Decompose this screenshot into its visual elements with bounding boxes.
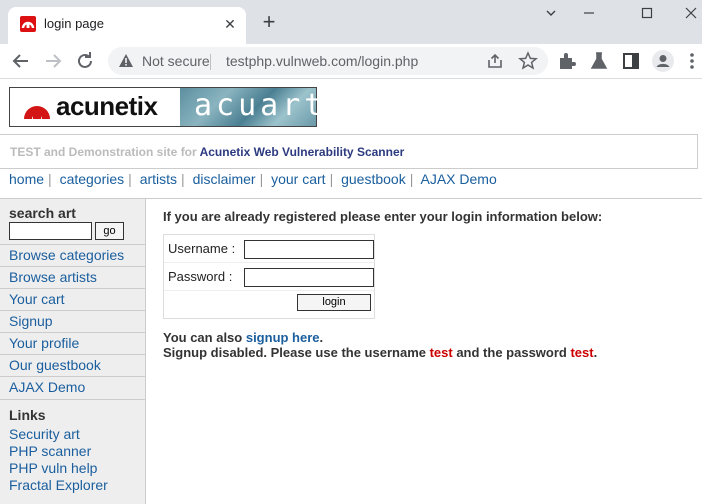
address-bar[interactable]: Not secure testphp.vulnweb.com/login.php — [108, 47, 548, 75]
search-go-button[interactable]: go — [95, 222, 124, 240]
test-password: test — [570, 345, 594, 360]
profile-avatar-icon[interactable] — [651, 49, 675, 73]
browser-toolbar: Not secure testphp.vulnweb.com/login.php — [0, 44, 702, 79]
signup-disabled-text-b: and the password — [452, 345, 571, 360]
site-logo[interactable]: acunetix acuart — [9, 87, 322, 127]
nav-separator: | — [128, 171, 132, 187]
extensions-puzzle-icon[interactable] — [555, 49, 579, 73]
acunetix-logo-icon — [24, 106, 50, 119]
sidebar-item-signup[interactable]: Signup — [0, 310, 145, 332]
username-label: Username : — [168, 241, 236, 256]
sidebar: search art go Browse categories Browse a… — [0, 199, 146, 504]
nav-separator: | — [259, 171, 264, 187]
acuart-logo: acuart — [180, 88, 322, 126]
nav-ajax-demo[interactable]: AJAX Demo — [420, 171, 496, 187]
tab-close-icon[interactable]: ✕ — [220, 14, 240, 34]
address-divider — [210, 54, 211, 70]
share-icon[interactable] — [486, 52, 504, 70]
nav-separator: | — [409, 171, 414, 187]
username-input[interactable] — [244, 240, 374, 259]
signup-note-suffix: . — [319, 330, 324, 345]
sidebar-item-your-cart[interactable]: Your cart — [0, 288, 145, 310]
sidebar-item-our-guestbook[interactable]: Our guestbook — [0, 354, 145, 376]
nav-guestbook[interactable]: guestbook — [341, 171, 406, 187]
scanner-link[interactable]: Acunetix Web Vulnerability Scanner — [200, 145, 405, 159]
tagline-prefix: TEST and Demonstration site for — [10, 145, 200, 159]
forward-icon[interactable] — [41, 49, 65, 73]
signup-disabled-text-c: . — [593, 345, 598, 360]
login-button-row: login — [164, 291, 374, 318]
login-form: Username : Password : login — [163, 234, 375, 319]
nav-categories[interactable]: categories — [60, 171, 125, 187]
acunetix-logo-text: acunetix — [56, 91, 158, 121]
url-text[interactable]: testphp.vulnweb.com/login.php — [226, 53, 418, 69]
nav-artists[interactable]: artists — [140, 171, 177, 187]
signup-here-link[interactable]: signup here — [246, 330, 320, 345]
password-row: Password : — [164, 263, 374, 291]
bookmark-star-icon[interactable] — [518, 51, 538, 71]
web-page: acunetix acuart TEST and Demonstration s… — [0, 79, 702, 504]
acunetix-logo: acunetix — [10, 88, 180, 126]
sidebar-links: Browse categories Browse artists Your ca… — [0, 244, 145, 398]
nav-your-cart[interactable]: your cart — [271, 171, 325, 187]
test-username: test — [429, 345, 453, 360]
login-heading: If you are already registered please ent… — [163, 209, 603, 224]
labs-flask-icon[interactable] — [587, 49, 611, 73]
password-input[interactable] — [244, 268, 374, 287]
login-button[interactable]: login — [297, 294, 371, 311]
link-fractal-explorer[interactable]: Fractal Explorer — [9, 477, 108, 494]
browser-tab[interactable]: login page ✕ — [8, 7, 246, 44]
window-close-icon[interactable] — [668, 0, 702, 28]
tab-title: login page — [44, 16, 104, 31]
sidebar-item-browse-categories[interactable]: Browse categories — [0, 244, 145, 266]
sidebar-item-your-profile[interactable]: Your profile — [0, 332, 145, 354]
search-art-label: search art — [9, 205, 76, 221]
browser-tabstrip: login page ✕ + — [0, 0, 702, 44]
nav-home[interactable]: home — [9, 171, 44, 187]
new-tab-icon[interactable]: + — [258, 11, 280, 34]
external-links: Security art PHP scanner PHP vuln help F… — [9, 426, 108, 494]
links-heading: Links — [9, 407, 46, 423]
not-secure-warning-icon[interactable] — [118, 53, 134, 69]
password-label: Password : — [168, 269, 233, 284]
signup-note-prefix: You can also — [163, 330, 246, 345]
link-security-art[interactable]: Security art — [9, 426, 108, 443]
acunetix-favicon-icon — [20, 16, 36, 32]
nav-disclaimer[interactable]: disclaimer — [193, 171, 256, 187]
menu-kebab-icon[interactable] — [680, 49, 702, 73]
tagline: TEST and Demonstration site for Acunetix… — [10, 145, 404, 159]
side-panel-icon[interactable] — [619, 49, 643, 73]
search-art-input[interactable] — [9, 222, 92, 240]
nav-separator: | — [48, 171, 52, 187]
maximize-icon[interactable] — [624, 0, 670, 28]
acuart-logo-text: acuart — [194, 88, 327, 123]
link-php-vuln-help[interactable]: PHP vuln help — [9, 460, 108, 477]
main-content: If you are already registered please ent… — [163, 209, 603, 360]
signup-disabled-note: Signup disabled. Please use the username… — [163, 345, 597, 360]
tagline-bar: TEST and Demonstration site for Acunetix… — [0, 134, 698, 169]
reload-icon[interactable] — [73, 49, 97, 73]
link-php-scanner[interactable]: PHP scanner — [9, 443, 108, 460]
top-navigation: home | categories | artists | disclaimer | y… — [9, 171, 501, 187]
nav-separator: | — [329, 171, 334, 187]
signup-note: You can also signup here. — [163, 330, 323, 345]
back-icon[interactable] — [9, 49, 33, 73]
sidebar-item-ajax-demo[interactable]: AJAX Demo — [0, 376, 145, 398]
signup-disabled-text-a: Signup disabled. Please use the username — [163, 345, 430, 360]
links-divider — [0, 399, 145, 400]
nav-separator: | — [181, 171, 185, 187]
minimize-icon[interactable] — [566, 0, 612, 28]
security-status-label[interactable]: Not secure — [142, 53, 210, 69]
sidebar-item-browse-artists[interactable]: Browse artists — [0, 266, 145, 288]
username-row: Username : — [164, 235, 374, 263]
